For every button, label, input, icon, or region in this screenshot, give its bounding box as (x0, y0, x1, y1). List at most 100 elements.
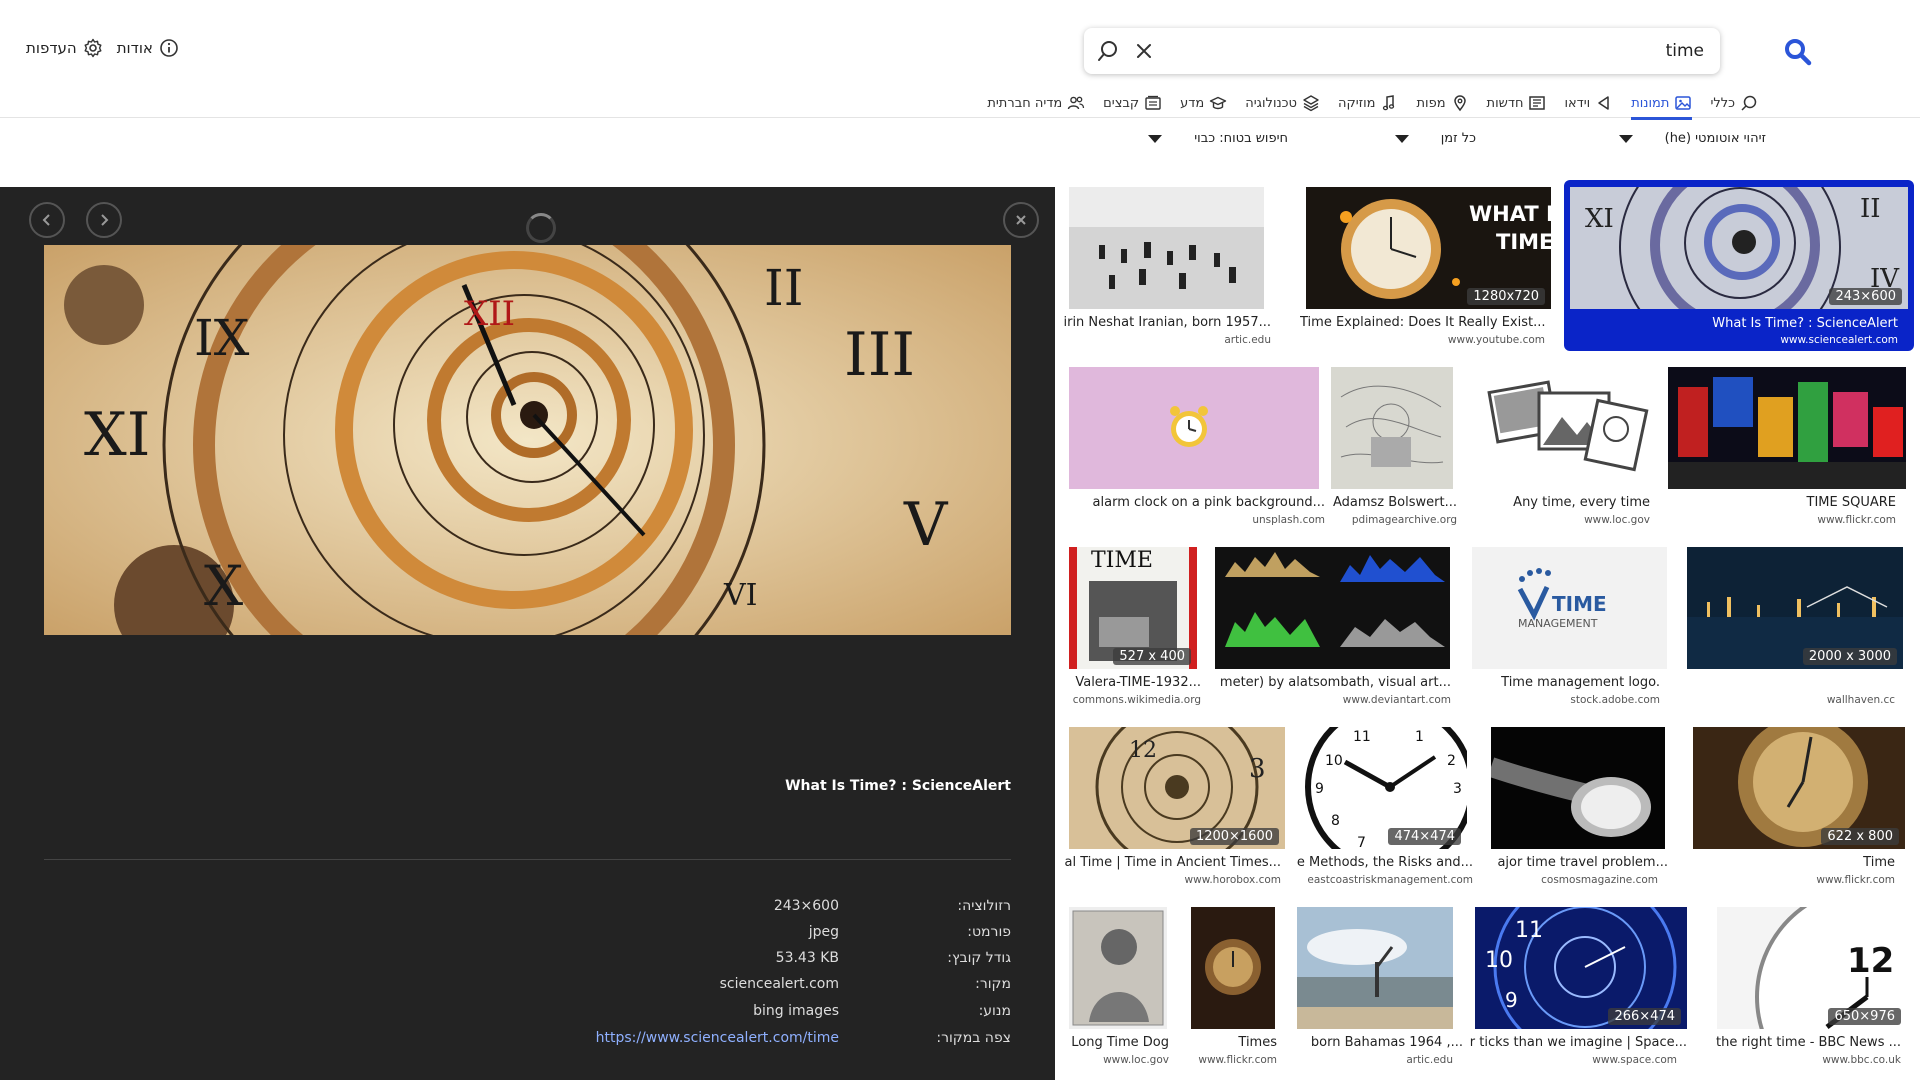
result-caption: r ticks than we imagine | Space... (1469, 1035, 1687, 1050)
result-thumbnail (1215, 547, 1450, 669)
image-preview-panel: XI IX XII III V II X VI What Is Time? : … (0, 187, 1055, 1080)
result-card[interactable]: TIME SQUARE www.flickr.com (1662, 362, 1912, 532)
layers-icon (1303, 95, 1319, 112)
result-source: artic.edu (1224, 334, 1271, 346)
result-caption: Time management logo. (1501, 675, 1660, 690)
tab-general[interactable]: כללי (1710, 90, 1758, 116)
header: אודות העדפות כללי תמונות וידאו חדשות (0, 0, 1920, 120)
result-thumbnail (1069, 367, 1319, 489)
meta-row-engine: מנוע: bing images (753, 1003, 1011, 1019)
svg-text:11: 11 (1515, 918, 1543, 943)
result-dimensions: 474×474 (1388, 828, 1461, 845)
result-card[interactable]: Adamsz Bolswert... pdimagearchive.org (1325, 362, 1457, 532)
tab-social[interactable]: מדיה חברתית (987, 90, 1085, 116)
svg-text:II: II (1860, 194, 1881, 224)
result-card[interactable]: 3 12 1200×1600 al Time | Time in Ancient… (1061, 722, 1285, 892)
language-select[interactable]: זיהוי אוטומטי (he) (1618, 131, 1766, 146)
tab-files[interactable]: קבצים (1103, 90, 1162, 116)
result-card-selected[interactable]: XI II IV 243×600 What Is Time? : Science… (1564, 180, 1914, 351)
time-select[interactable]: כל זמן (1394, 131, 1476, 146)
prev-button[interactable] (29, 202, 65, 238)
safe-search-select[interactable]: חיפוש בטוח: כבוי (1148, 131, 1288, 146)
search-logo-icon[interactable] (1784, 38, 1812, 66)
svg-text:12: 12 (1129, 738, 1157, 763)
tab-technology[interactable]: טכנולוגיה (1245, 90, 1320, 116)
svg-text:XI: XI (84, 400, 150, 470)
result-thumbnail: 622 x 800 (1693, 727, 1905, 849)
close-preview-button[interactable] (1003, 202, 1039, 238)
result-thumbnail: TIME 527 x 400 (1069, 547, 1197, 669)
svg-text:MANAGEMENT: MANAGEMENT (1518, 617, 1598, 630)
result-thumbnail (1487, 367, 1649, 489)
result-card[interactable]: WHAT IS TIME 1280x720 Time Explained: Do… (1300, 182, 1600, 352)
result-card[interactable]: Long Time Dog www.loc.gov (1059, 902, 1169, 1072)
map-pin-icon (1453, 95, 1466, 112)
result-dimensions: 1280x720 (1467, 288, 1545, 305)
music-icon (1382, 95, 1394, 111)
result-dimensions: 243×600 (1829, 288, 1902, 305)
tab-music[interactable]: מוזיקה (1338, 90, 1399, 116)
result-card[interactable]: 11 10 9 266×474 r ticks than we imagine … (1465, 902, 1687, 1072)
gear-icon (84, 38, 102, 58)
result-dimensions: 1200×1600 (1189, 828, 1279, 845)
result-card[interactable]: born Bahamas 1964 ,... artic.edu (1293, 902, 1463, 1072)
result-card[interactable]: alarm clock on a pink background... unsp… (1055, 362, 1325, 532)
svg-text:10: 10 (1485, 948, 1513, 973)
result-caption: TIME SQUARE (1806, 495, 1896, 510)
preview-image[interactable]: XI IX XII III V II X VI (44, 245, 1011, 635)
svg-text:V: V (903, 490, 949, 560)
result-card[interactable]: Any time, every time www.loc.gov (1475, 362, 1650, 532)
meta-row-format: פורמט: jpeg (808, 924, 1011, 940)
result-card[interactable]: 11 1 10 2 9 3 8 7 474×474 e Methods, the… (1293, 722, 1473, 892)
result-card[interactable]: Times www.flickr.com (1181, 902, 1277, 1072)
result-source: www.horobox.com (1184, 874, 1281, 886)
clear-icon[interactable] (1132, 39, 1156, 63)
close-icon (1016, 215, 1026, 225)
info-icon (160, 39, 178, 57)
tab-science[interactable]: מדע (1180, 90, 1227, 116)
settings-link[interactable]: העדפות (26, 38, 103, 58)
result-caption: Time (1863, 855, 1895, 870)
result-card[interactable]: ajor time travel problem... cosmosmagazi… (1483, 722, 1668, 892)
result-source: www.sciencealert.com (1780, 334, 1898, 346)
result-card[interactable]: 12 650×976 the right time - BBC News ...… (1695, 902, 1915, 1072)
result-card[interactable]: 622 x 800 Time www.flickr.com (1685, 722, 1911, 892)
play-icon (1598, 96, 1609, 110)
result-card[interactable]: TIME 527 x 400 Valera-TIME-1932... commo… (1061, 542, 1201, 712)
top-links: אודות העדפות (26, 38, 179, 58)
tab-videos[interactable]: וידאו (1564, 90, 1613, 116)
about-link[interactable]: אודות (117, 38, 179, 58)
svg-text:7: 7 (1357, 835, 1366, 849)
result-caption: irin Neshat Iranian, born 1957... (1063, 315, 1271, 330)
caret-down-icon (1394, 134, 1409, 143)
thumbnail-overlay-text: WHAT IS (1469, 202, 1551, 226)
result-caption: Adamsz Bolswert... (1332, 495, 1457, 510)
search-icon[interactable] (1096, 39, 1120, 63)
search-input[interactable] (1194, 36, 1704, 66)
result-source: www.flickr.com (1817, 514, 1896, 526)
result-source: eastcoastriskmanagement.com (1307, 874, 1473, 886)
result-card[interactable]: meter) by alatsombath, visual art... www… (1205, 542, 1465, 712)
result-caption: alarm clock on a pink background... (1092, 495, 1325, 510)
tab-images[interactable]: תמונות (1631, 90, 1693, 120)
files-icon (1145, 95, 1161, 110)
result-card[interactable]: irin Neshat Iranian, born 1957... artic.… (1061, 182, 1271, 352)
result-caption: Time Explained: Does It Really Exist... (1300, 315, 1545, 330)
result-source: artic.edu (1406, 1054, 1453, 1066)
result-source: www.space.com (1592, 1054, 1677, 1066)
next-button[interactable] (86, 202, 122, 238)
result-card[interactable]: 2000 x 3000 wallhaven.cc (1681, 542, 1911, 712)
tab-news[interactable]: חדשות (1487, 90, 1547, 116)
svg-text:1: 1 (1415, 729, 1424, 745)
meta-row-resolution: רזולוציה: 243×600 (773, 898, 1011, 914)
result-source: wallhaven.cc (1826, 694, 1895, 706)
result-caption: What Is Time? : ScienceAlert (1712, 316, 1898, 331)
result-caption: meter) by alatsombath, visual art... (1219, 675, 1451, 690)
tab-maps[interactable]: מפות (1417, 90, 1469, 116)
result-card[interactable]: TIME MANAGEMENT Time management logo. st… (1465, 542, 1670, 712)
result-source: www.youtube.com (1447, 334, 1545, 346)
result-source: unsplash.com (1252, 514, 1325, 526)
result-thumbnail: WHAT IS TIME 1280x720 (1306, 187, 1551, 309)
view-source-link[interactable]: https://www.sciencealert.com/time (596, 1030, 839, 1046)
svg-text:3: 3 (1453, 781, 1462, 797)
